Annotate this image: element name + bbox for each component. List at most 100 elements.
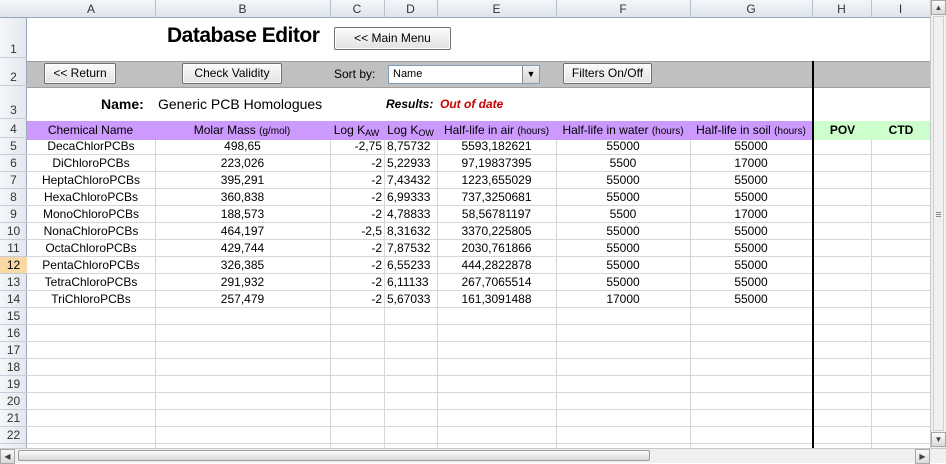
table-cell[interactable]: -2,75 <box>330 138 384 155</box>
table-cell[interactable]: 55000 <box>556 172 690 189</box>
table-cell[interactable]: 444,2822878 <box>437 257 556 274</box>
chevron-down-icon[interactable]: ▼ <box>522 66 539 83</box>
table-cell[interactable]: 55000 <box>556 138 690 155</box>
table-cell[interactable]: HeptaChloroPCBs <box>27 172 155 189</box>
table-cell[interactable]: HexaChloroPCBs <box>27 189 155 206</box>
row-header-22[interactable]: 22 <box>0 427 27 444</box>
column-header-c[interactable]: C <box>330 0 385 18</box>
sort-by-select[interactable]: Name ▼ <box>388 65 540 84</box>
table-cell[interactable]: -2,5 <box>330 223 384 240</box>
row-header-13[interactable]: 13 <box>0 274 27 291</box>
table-cell[interactable]: -2 <box>330 257 384 274</box>
row-header-14[interactable]: 14 <box>0 291 27 308</box>
table-cell[interactable]: 55000 <box>690 257 812 274</box>
row-header-11[interactable]: 11 <box>0 240 27 257</box>
table-cell[interactable]: 498,65 <box>155 138 330 155</box>
table-cell[interactable]: 5500 <box>556 155 690 172</box>
table-cell[interactable]: 55000 <box>690 138 812 155</box>
table-cell[interactable]: 188,573 <box>155 206 330 223</box>
main-menu-button[interactable]: << Main Menu <box>334 27 451 50</box>
column-header-i[interactable]: I <box>871 0 931 18</box>
table-cell[interactable]: 6,55233 <box>384 257 440 274</box>
table-cell[interactable]: 464,197 <box>155 223 330 240</box>
table-cell[interactable]: -2 <box>330 172 384 189</box>
row-header-17[interactable]: 17 <box>0 342 27 359</box>
table-cell[interactable]: -2 <box>330 155 384 172</box>
table-cell[interactable]: 55000 <box>690 223 812 240</box>
table-cell[interactable]: 55000 <box>556 274 690 291</box>
table-cell[interactable]: 257,479 <box>155 291 330 308</box>
table-cell[interactable]: 5,22933 <box>384 155 440 172</box>
row-header-7[interactable]: 7 <box>0 172 27 189</box>
row-header-10[interactable]: 10 <box>0 223 27 240</box>
table-cell[interactable]: DiChloroPCBs <box>27 155 155 172</box>
table-cell[interactable]: PentaChloroPCBs <box>27 257 155 274</box>
column-header-b[interactable]: B <box>155 0 331 18</box>
table-cell[interactable]: 161,3091488 <box>437 291 556 308</box>
table-cell[interactable]: 4,78833 <box>384 206 440 223</box>
table-cell[interactable]: 6,99333 <box>384 189 440 206</box>
row-header-21[interactable]: 21 <box>0 410 27 427</box>
table-cell[interactable]: 55000 <box>690 240 812 257</box>
table-cell[interactable]: 1223,655029 <box>437 172 556 189</box>
column-header-a[interactable]: A <box>27 0 156 18</box>
row-header-1[interactable]: 1 <box>0 18 27 58</box>
table-cell[interactable]: TetraChloroPCBs <box>27 274 155 291</box>
table-cell[interactable]: 5500 <box>556 206 690 223</box>
row-header-6[interactable]: 6 <box>0 155 27 172</box>
return-button[interactable]: << Return <box>44 63 116 84</box>
table-cell[interactable]: 267,7065514 <box>437 274 556 291</box>
check-validity-button[interactable]: Check Validity <box>182 63 282 84</box>
table-cell[interactable]: DecaChlorPCBs <box>27 138 155 155</box>
table-cell[interactable]: 7,43432 <box>384 172 440 189</box>
filters-toggle-button[interactable]: Filters On/Off <box>563 63 652 84</box>
table-cell[interactable]: 7,87532 <box>384 240 440 257</box>
table-cell[interactable]: 55000 <box>690 172 812 189</box>
table-cell[interactable]: 3370,225805 <box>437 223 556 240</box>
table-cell[interactable]: 55000 <box>690 274 812 291</box>
table-cell[interactable]: 55000 <box>690 291 812 308</box>
table-cell[interactable]: -2 <box>330 206 384 223</box>
horizontal-scroll-thumb[interactable] <box>18 450 650 461</box>
table-cell[interactable]: 395,291 <box>155 172 330 189</box>
table-cell[interactable]: NonaChloroPCBs <box>27 223 155 240</box>
table-cell[interactable]: 737,3250681 <box>437 189 556 206</box>
row-header-4[interactable]: 4 <box>0 119 27 138</box>
column-header-g[interactable]: G <box>690 0 813 18</box>
table-cell[interactable]: 55000 <box>556 223 690 240</box>
table-cell[interactable]: OctaChloroPCBs <box>27 240 155 257</box>
table-cell[interactable]: 55000 <box>556 189 690 206</box>
row-header-3[interactable]: 3 <box>0 86 27 119</box>
row-header-12[interactable]: 12 <box>0 257 27 274</box>
scroll-up-icon[interactable]: ▲ <box>931 0 946 15</box>
table-cell[interactable]: -2 <box>330 274 384 291</box>
table-cell[interactable]: 97,19837395 <box>437 155 556 172</box>
row-header-15[interactable]: 15 <box>0 308 27 325</box>
table-cell[interactable]: -2 <box>330 240 384 257</box>
column-header-d[interactable]: D <box>384 0 438 18</box>
table-cell[interactable]: -2 <box>330 189 384 206</box>
scroll-right-icon[interactable]: ▶ <box>915 449 930 464</box>
table-cell[interactable]: 326,385 <box>155 257 330 274</box>
column-header-h[interactable]: H <box>812 0 872 18</box>
table-cell[interactable]: TriChloroPCBs <box>27 291 155 308</box>
table-cell[interactable]: 5593,182621 <box>437 138 556 155</box>
table-cell[interactable]: 17000 <box>556 291 690 308</box>
table-cell[interactable]: 58,56781197 <box>437 206 556 223</box>
column-header-f[interactable]: F <box>556 0 691 18</box>
vertical-scroll-thumb[interactable] <box>933 16 944 431</box>
column-header-e[interactable]: E <box>437 0 557 18</box>
row-header-8[interactable]: 8 <box>0 189 27 206</box>
vertical-scrollbar[interactable]: ▲ ▼ <box>930 0 946 448</box>
scroll-down-icon[interactable]: ▼ <box>931 432 946 447</box>
table-cell[interactable]: 6,11133 <box>384 274 440 291</box>
row-header-19[interactable]: 19 <box>0 376 27 393</box>
table-cell[interactable]: 5,67033 <box>384 291 440 308</box>
table-cell[interactable]: 55000 <box>556 240 690 257</box>
table-cell[interactable]: -2 <box>330 291 384 308</box>
row-header-2[interactable]: 2 <box>0 58 27 86</box>
scroll-left-icon[interactable]: ◀ <box>0 449 15 464</box>
row-header-20[interactable]: 20 <box>0 393 27 410</box>
table-cell[interactable]: 17000 <box>690 206 812 223</box>
table-cell[interactable]: 55000 <box>690 189 812 206</box>
